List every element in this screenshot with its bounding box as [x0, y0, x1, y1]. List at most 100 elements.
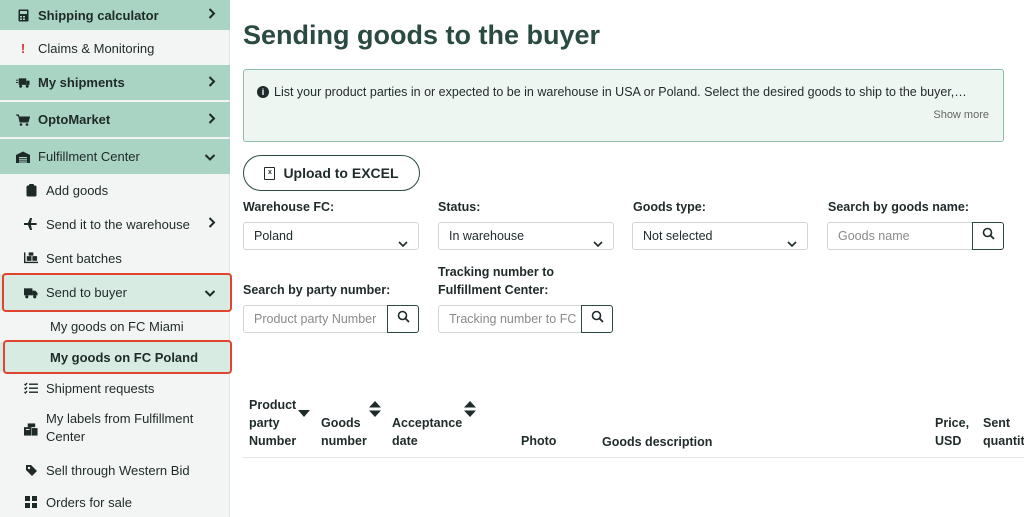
party-number-search-button[interactable] [387, 305, 419, 333]
labels-icon [24, 422, 38, 436]
search-icon [591, 310, 604, 328]
sidebar-item-label: Sell through Western Bid [46, 462, 190, 478]
sidebar-item-shipping-calculator[interactable]: Shipping calculator [0, 0, 230, 30]
status-select-value: In warehouse [449, 229, 525, 243]
info-box: i List your product parties in or expect… [243, 69, 1004, 142]
sidebar-item-optomarket[interactable]: OptoMarket [0, 102, 230, 137]
goods-name-search [827, 222, 1004, 250]
sidebar-item-label: Orders for sale [46, 494, 132, 510]
warehouse-select-value: Poland [254, 229, 293, 243]
column-header-sent-quantity: Sent quantity [983, 414, 1024, 450]
sidebar-item-label: OptoMarket [38, 112, 111, 127]
sidebar-item-goods-miami[interactable]: My goods on FC Miami [0, 313, 230, 339]
sidebar-item-label: My labels from Fulfillment [46, 411, 194, 426]
upload-excel-label: Upload to EXCEL [283, 165, 399, 181]
status-filter-label: Status: [438, 200, 481, 214]
sidebar-item-label: My goods on FC Poland [50, 349, 199, 365]
warehouse-select[interactable]: Poland [243, 222, 419, 250]
chevron-down-icon [593, 231, 603, 257]
chevron-right-icon [208, 112, 216, 127]
tracking-filter-label: Tracking number to Fulfillment Center: [438, 263, 554, 299]
sidebar-item-send-to-warehouse[interactable]: Send it to the warehouse [0, 209, 230, 239]
chevron-down-icon [398, 231, 408, 257]
table-header-divider [243, 457, 1024, 458]
goods-type-select-value: Not selected [643, 229, 713, 243]
column-header-goods-number[interactable]: Goods number [321, 414, 367, 450]
excel-file-icon: x [264, 166, 276, 180]
header-line: Goods [321, 416, 361, 430]
column-header-party-number[interactable]: Product party Number [249, 396, 296, 450]
sidebar-item-label: My shipments [38, 75, 125, 90]
goods-name-search-button[interactable] [972, 222, 1004, 250]
column-header-photo: Photo [521, 434, 557, 448]
goods-type-select[interactable]: Not selected [632, 222, 808, 250]
sort-down-icon[interactable] [298, 404, 310, 422]
sidebar: Shipping calculator ! Claims & Monitorin… [0, 0, 232, 517]
tracking-label-line1: Tracking number to [438, 265, 554, 279]
header-line: quantity [983, 434, 1024, 448]
info-text: List your product parties in or expected… [274, 85, 967, 99]
chevron-down-icon [204, 285, 216, 300]
header-line: party [249, 416, 280, 430]
clipboard-icon [24, 183, 38, 197]
column-header-goods-description: Goods description [602, 435, 713, 449]
tracking-label-line2: Fulfillment Center: [438, 283, 549, 297]
sidebar-item-sell-western-bid[interactable]: Sell through Western Bid [0, 457, 230, 483]
sort-icon[interactable] [369, 401, 381, 422]
warehouse-icon [16, 150, 30, 164]
status-select[interactable]: In warehouse [438, 222, 614, 250]
sidebar-item-label: Sent batches [46, 250, 122, 266]
chevron-down-icon [787, 231, 797, 257]
sidebar-item-label: Add goods [46, 182, 109, 198]
sidebar-item-shipment-requests[interactable]: Shipment requests [0, 376, 230, 400]
header-line: Price, [935, 416, 970, 430]
header-line: Acceptance [392, 416, 463, 430]
sidebar-item-add-goods[interactable]: Add goods [0, 176, 230, 204]
header-line: Product [249, 398, 297, 412]
sidebar-item-orders-for-sale[interactable]: Orders for sale [0, 489, 230, 515]
exclamation-icon: ! [20, 40, 26, 56]
sidebar-item-my-shipments[interactable]: My shipments [0, 65, 230, 100]
sidebar-item-labels[interactable]: My labels from Fulfillment Center [0, 410, 230, 448]
header-line: Number [249, 434, 297, 448]
shipments-icon [16, 76, 30, 90]
goods-name-filter-label: Search by goods name: [828, 200, 970, 214]
column-header-acceptance-date[interactable]: Acceptance date [392, 414, 462, 450]
sidebar-item-label: Shipping calculator [38, 7, 159, 23]
boxes-icon [24, 251, 38, 265]
truck-icon [24, 286, 38, 300]
chevron-right-icon [208, 8, 216, 23]
calculator-icon [16, 8, 30, 22]
plane-icon [24, 217, 38, 231]
sort-icon[interactable] [464, 401, 476, 422]
chevron-right-icon [208, 75, 216, 90]
header-line: number [321, 434, 367, 448]
info-icon: i [257, 86, 269, 98]
search-icon [397, 310, 410, 328]
upload-excel-button[interactable]: x Upload to EXCEL [243, 155, 420, 191]
goods-name-input[interactable] [827, 222, 973, 250]
header-line: Sent [983, 416, 1011, 430]
sidebar-item-send-to-buyer[interactable]: Send to buyer [0, 274, 230, 311]
show-more-link[interactable]: Show more [933, 109, 989, 121]
list-icon [24, 381, 38, 395]
sidebar-item-label: Claims & Monitoring [38, 40, 155, 56]
sidebar-item-label-line2: Center [46, 429, 86, 444]
sidebar-item-label: My goods on FC Miami [50, 318, 184, 334]
sidebar-item-fulfillment-center[interactable]: Fulfillment Center [0, 139, 230, 174]
tracking-search-button[interactable] [581, 305, 613, 333]
sidebar-item-claims[interactable]: ! Claims & Monitoring [0, 32, 230, 64]
party-number-input[interactable] [243, 305, 389, 333]
header-line: date [392, 434, 418, 448]
warehouse-filter-label: Warehouse FC: [243, 200, 335, 214]
chevron-right-icon [208, 217, 216, 232]
sidebar-item-sent-batches[interactable]: Sent batches [0, 244, 230, 272]
header-line: USD [935, 434, 962, 448]
page-title: Sending goods to the buyer [243, 20, 600, 50]
cart-icon [16, 113, 30, 127]
search-icon [982, 227, 995, 245]
sell-icon [24, 463, 38, 477]
tracking-input[interactable] [438, 305, 583, 333]
sidebar-item-goods-poland[interactable]: My goods on FC Poland [0, 342, 230, 372]
sidebar-item-label-group: My labels from Fulfillment Center [46, 410, 193, 446]
